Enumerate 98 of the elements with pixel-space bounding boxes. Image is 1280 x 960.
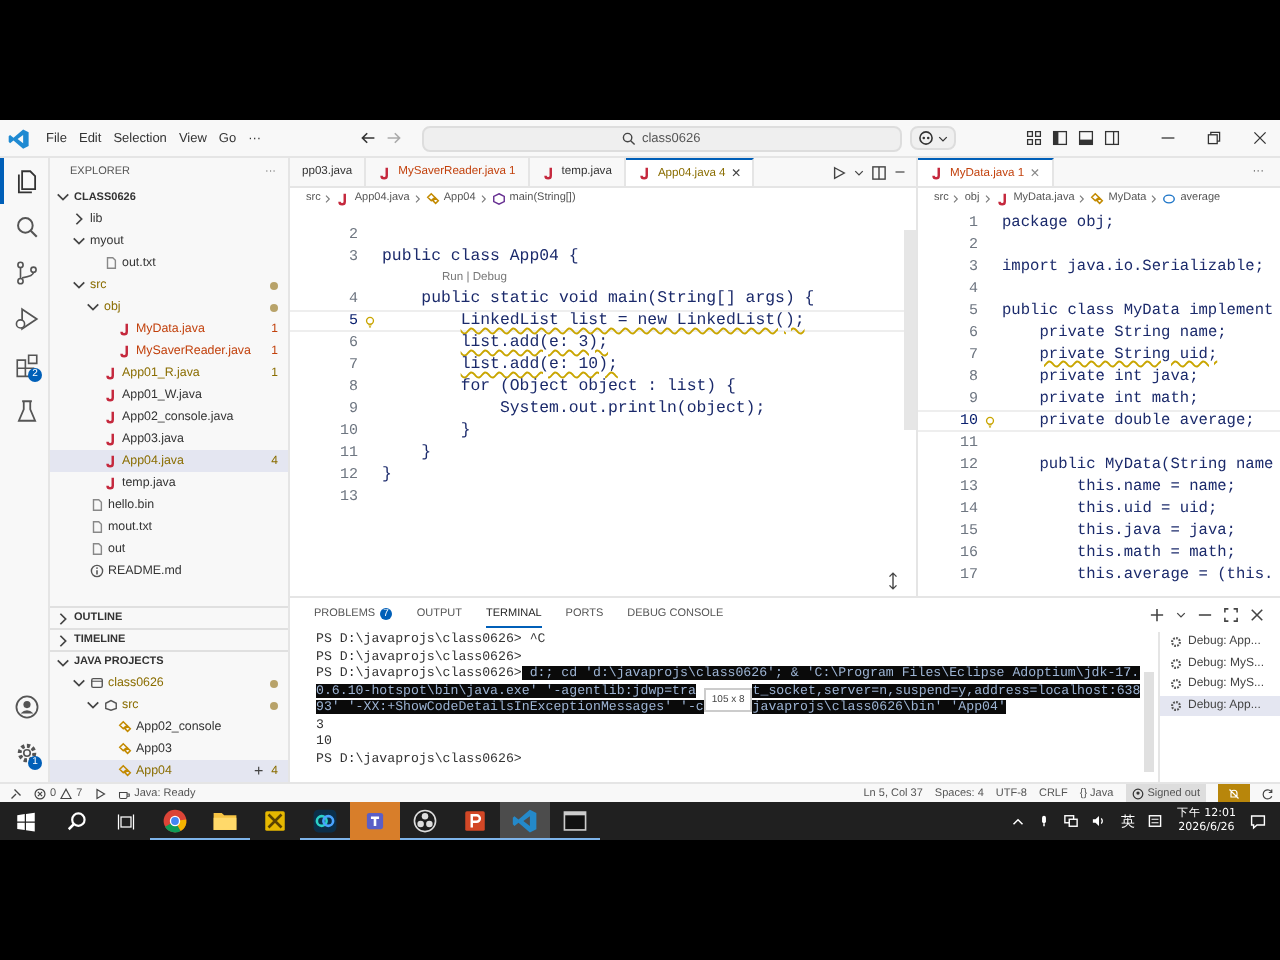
code-line: list.add(e: 10); xyxy=(458,356,618,374)
code-line: public class App04 { xyxy=(382,248,579,266)
code-line: } xyxy=(382,466,392,484)
keyboard-icon[interactable] xyxy=(1148,814,1163,828)
source-control-icon[interactable] xyxy=(13,260,39,286)
warning-icon xyxy=(60,787,73,799)
info-icon xyxy=(90,564,104,578)
code-line: list.add(e: 3); xyxy=(458,334,609,352)
bell-off-icon xyxy=(1228,787,1240,799)
chevron-icon xyxy=(1078,193,1087,203)
chevron-icon[interactable] xyxy=(72,676,86,690)
tools-icon[interactable] xyxy=(262,807,288,833)
volume-icon[interactable] xyxy=(1092,814,1107,828)
record-icon[interactable] xyxy=(412,807,438,833)
account-icon[interactable] xyxy=(13,694,39,720)
search-icon xyxy=(621,131,636,145)
terminal-icon[interactable] xyxy=(562,807,588,833)
chevron-icon[interactable] xyxy=(72,234,86,248)
method-icon xyxy=(491,191,506,205)
caret-icon[interactable] xyxy=(1176,610,1186,620)
settings-icon[interactable] xyxy=(13,740,39,766)
debug-icon[interactable] xyxy=(94,787,107,799)
layout-icon[interactable] xyxy=(1026,130,1042,146)
chevron-icon xyxy=(952,193,961,203)
java-file-icon xyxy=(336,191,351,205)
class-icon xyxy=(118,742,132,756)
java-file-icon xyxy=(637,166,652,180)
close-icon[interactable] xyxy=(1252,130,1268,146)
java-file-icon xyxy=(995,191,1010,205)
chevron-icon xyxy=(324,193,333,203)
close-tab[interactable]: × xyxy=(731,165,741,181)
run-debug-icon[interactable] xyxy=(13,306,39,332)
start-icon[interactable] xyxy=(16,811,36,831)
chevron-icon[interactable] xyxy=(86,300,100,314)
slides-icon[interactable] xyxy=(462,807,488,833)
java-file-icon xyxy=(378,165,393,179)
maximize-icon[interactable] xyxy=(1224,608,1238,622)
flask-icon[interactable] xyxy=(13,398,39,424)
field-icon xyxy=(1162,191,1177,205)
search-icon[interactable] xyxy=(13,214,39,240)
chevron-icon[interactable] xyxy=(56,190,70,204)
chevron-up-icon[interactable] xyxy=(1012,815,1025,827)
package-icon xyxy=(104,698,118,712)
caret-icon xyxy=(937,133,948,143)
logo-icon[interactable] xyxy=(8,127,30,149)
account-icon xyxy=(1131,787,1144,799)
sidebar-toggle-icon[interactable] xyxy=(1052,130,1068,146)
close-tab[interactable]: × xyxy=(1030,165,1040,181)
chevron-icon xyxy=(1150,193,1159,203)
java-file-icon xyxy=(930,166,944,180)
run-icon[interactable] xyxy=(832,165,846,179)
browser-icon[interactable] xyxy=(162,807,188,833)
chevron-icon[interactable] xyxy=(72,278,86,292)
search-icon[interactable] xyxy=(66,810,88,832)
split-editor-icon[interactable] xyxy=(872,165,886,179)
secondary-sidebar-icon[interactable] xyxy=(1104,130,1120,146)
back-icon[interactable] xyxy=(359,130,376,146)
code-line: public static void main(String[] args) { xyxy=(419,290,815,308)
chevron-icon xyxy=(413,193,422,203)
cup-icon xyxy=(118,787,131,799)
add-icon[interactable] xyxy=(1150,608,1164,622)
code-line: LinkedList list = new LinkedList(); xyxy=(458,312,805,330)
extensions-icon[interactable] xyxy=(13,352,39,378)
copilot-button[interactable] xyxy=(909,126,956,150)
file-icon xyxy=(104,256,118,270)
chevron-icon[interactable] xyxy=(72,212,86,226)
folder-icon[interactable] xyxy=(212,807,238,833)
java-file-icon xyxy=(541,165,556,179)
notifications-icon[interactable] xyxy=(1250,813,1266,829)
class-icon xyxy=(118,764,132,778)
resize-icon[interactable] xyxy=(886,572,900,590)
project-icon xyxy=(90,676,104,690)
chevron-icon xyxy=(983,193,992,203)
scrollbar[interactable] xyxy=(1144,672,1154,772)
code-line: System.out.println(object); xyxy=(497,400,766,418)
minimize-icon[interactable] xyxy=(1198,608,1212,622)
error-icon xyxy=(34,787,46,799)
network-icon[interactable] xyxy=(1064,814,1079,828)
task-view-icon[interactable] xyxy=(116,811,136,831)
more-icon[interactable] xyxy=(894,166,906,178)
files-icon[interactable] xyxy=(13,168,39,194)
remote-icon[interactable] xyxy=(10,787,22,799)
chevron-icon[interactable] xyxy=(86,698,100,712)
class-icon xyxy=(118,720,132,734)
class-icon xyxy=(425,191,440,205)
panel-toggle-icon[interactable] xyxy=(1078,130,1094,146)
add-text[interactable]: + xyxy=(253,762,264,780)
refresh-icon[interactable] xyxy=(1262,787,1274,799)
close-icon[interactable] xyxy=(1250,608,1264,622)
scrollbar[interactable] xyxy=(904,230,916,430)
caret-icon[interactable] xyxy=(854,167,864,177)
restore-icon[interactable] xyxy=(1206,130,1222,146)
code-line: for (Object object : list) { xyxy=(458,378,736,396)
class-icon xyxy=(1090,191,1105,205)
code-line: } xyxy=(419,444,432,462)
code-line: } xyxy=(458,422,471,440)
notification-button[interactable] xyxy=(1218,784,1250,802)
chevron-icon xyxy=(479,193,488,203)
